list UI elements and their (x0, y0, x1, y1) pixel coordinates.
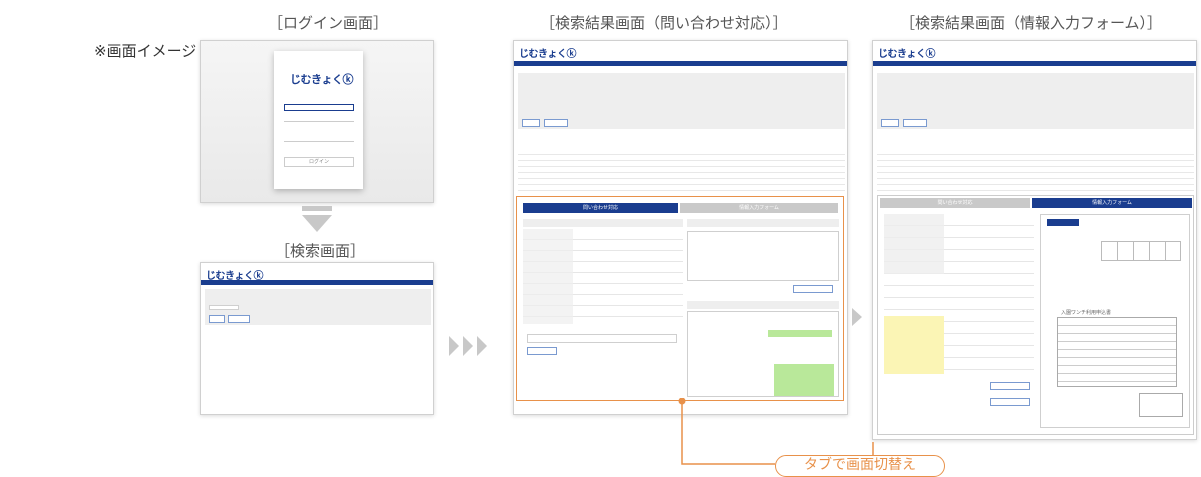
down-arrow-icon (302, 206, 332, 232)
tab-switch-caption: タブで画面切替え (775, 455, 945, 477)
status-select[interactable] (209, 305, 239, 310)
inquiry-detail-panel: 問い合わせ対応 情報入力フォーム (516, 196, 844, 401)
inquiry-history (687, 311, 839, 397)
tab-input-form[interactable]: 情報入力フォーム (680, 203, 838, 213)
tab-inquiry[interactable]: 問い合わせ対応 (523, 203, 678, 213)
stamp-table (1101, 241, 1181, 261)
page-tab (1047, 219, 1079, 226)
logo: じむきょくⓚ (290, 73, 354, 86)
detail-panel: 問い合わせ対応 情報入力フォーム 入園ワンチ利用申込書 (877, 195, 1194, 435)
login-screen-label: ［ログイン画面］ (268, 14, 389, 32)
label-column (884, 214, 944, 274)
results-table (877, 149, 1194, 191)
search-small-button[interactable] (527, 347, 557, 355)
header-bar (873, 61, 1196, 66)
screen-image-note: ※画面イメージ (94, 42, 197, 60)
approval-box (1139, 393, 1183, 417)
basic-info-header (523, 219, 683, 227)
header-bar (201, 280, 433, 285)
results-table (518, 149, 845, 191)
print-button[interactable] (990, 398, 1030, 406)
register-button[interactable] (793, 285, 833, 293)
logo: じむきょくⓚ (878, 49, 936, 60)
inquiry-register-header (687, 219, 839, 227)
chevron-right-icon (852, 308, 862, 326)
login-screen-shot: じむきょくⓚ ログイン (200, 40, 434, 203)
editable-label-column (884, 316, 944, 374)
inquiry-result-label: ［検索結果画面（問い合わせ対応）］ (540, 14, 788, 32)
header-bar (514, 61, 847, 66)
login-card: じむきょくⓚ ログイン (274, 51, 363, 189)
search-button[interactable] (209, 315, 225, 323)
form-result-label: ［検索結果画面（情報入力フォーム）］ (900, 14, 1163, 32)
clear-button[interactable] (544, 119, 568, 127)
inquiry-textarea[interactable] (687, 231, 839, 281)
forward-arrows-icon (449, 336, 487, 356)
tab-input-form[interactable]: 情報入力フォーム (1032, 198, 1192, 208)
id-field[interactable] (284, 121, 354, 122)
login-button[interactable]: ログイン (284, 157, 354, 167)
reply-bubble (774, 364, 834, 396)
search-screen-label: ［検索画面］ (275, 242, 366, 260)
application-form (1057, 317, 1177, 387)
history-header (687, 301, 839, 309)
document-preview: 入園ワンチ利用申込書 (1040, 214, 1190, 428)
clear-button[interactable] (228, 315, 250, 323)
reply-bubble (768, 330, 832, 337)
register-button[interactable] (990, 382, 1030, 390)
tab-inquiry[interactable]: 問い合わせ対応 (880, 198, 1030, 208)
clear-button[interactable] (903, 119, 927, 127)
search-screen-shot: じむきょくⓚ (200, 262, 434, 415)
form-doc-title: 入園ワンチ利用申込書 (1061, 310, 1112, 316)
logo: じむきょくⓚ (519, 49, 577, 60)
tab-switch-text: タブで画面切替え (804, 457, 916, 473)
form-result-shot: じむきょくⓚ 問い合わせ対応 情報入力フォーム 入園ワンチ利用申込書 (872, 40, 1197, 440)
info-label-column (523, 229, 573, 324)
password-field[interactable] (284, 141, 354, 142)
keyword-input[interactable] (527, 334, 677, 343)
search-button[interactable] (881, 119, 899, 127)
user-select[interactable] (284, 104, 354, 111)
search-button[interactable] (522, 119, 540, 127)
